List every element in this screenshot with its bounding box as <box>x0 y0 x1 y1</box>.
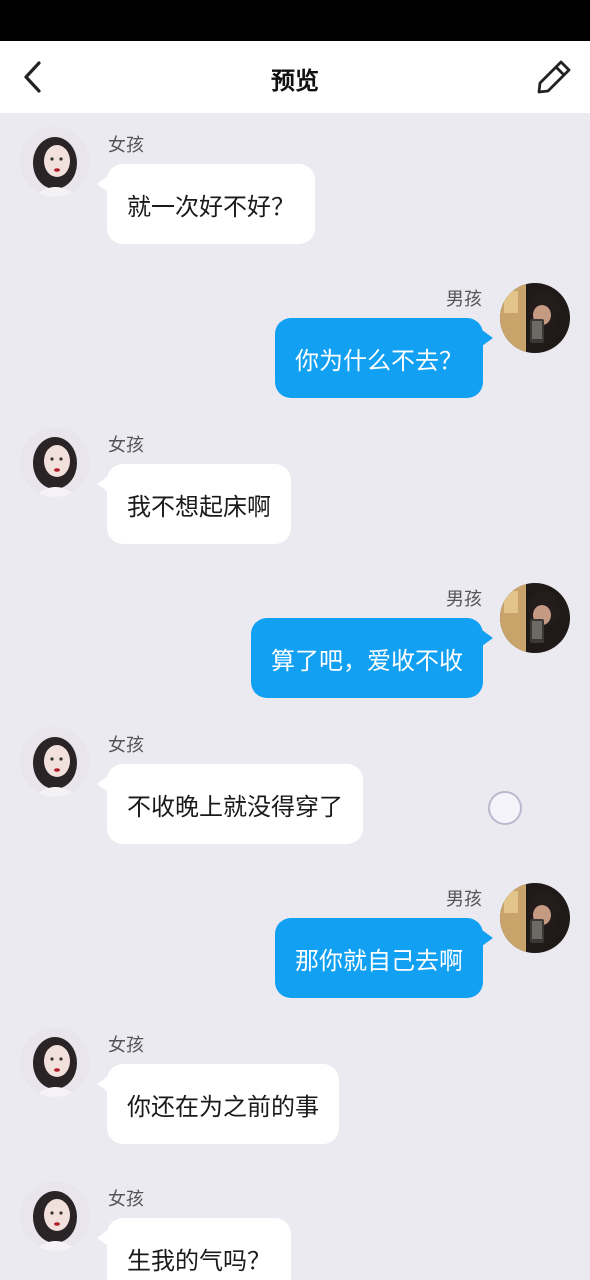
message-bubble[interactable]: 你为什么不去？ <box>275 318 493 398</box>
message-bubble[interactable]: 生我的气吗？ <box>97 1218 291 1280</box>
message-bubble[interactable]: 算了吧，爱收不收 <box>251 618 493 698</box>
avatar[interactable] <box>500 583 570 653</box>
sender-name: 男孩 <box>446 889 482 910</box>
message-bubble[interactable]: 不收晚上就没得穿了 <box>97 764 363 844</box>
message-text: 就一次好不好？ <box>127 192 295 221</box>
message-bubble[interactable]: 那你就自己去啊 <box>275 918 493 998</box>
avatar[interactable] <box>20 1181 90 1251</box>
floating-circle-button[interactable] <box>488 791 522 825</box>
avatar[interactable] <box>500 883 570 953</box>
avatar[interactable] <box>500 283 570 353</box>
message-text: 生我的气吗？ <box>127 1246 271 1275</box>
avatar[interactable] <box>20 1027 90 1097</box>
bubble-tail <box>482 330 493 346</box>
message-bubble[interactable]: 你还在为之前的事 <box>97 1064 339 1144</box>
message-bubble[interactable]: 我不想起床啊 <box>97 464 291 544</box>
bubble-tail <box>482 630 493 646</box>
message-text: 不收晚上就没得穿了 <box>127 792 343 821</box>
page-title: 预览 <box>271 67 319 95</box>
message-text: 算了吧，爱收不收 <box>271 646 463 675</box>
avatar[interactable] <box>20 127 90 197</box>
pencil-icon <box>537 60 571 94</box>
bubble-tail <box>97 176 108 192</box>
sender-name: 女孩 <box>108 1189 144 1210</box>
bubble-tail <box>97 776 108 792</box>
sender-name: 女孩 <box>108 135 144 156</box>
edit-button[interactable] <box>534 57 574 97</box>
message-text: 你为什么不去？ <box>295 346 463 375</box>
status-bar <box>0 0 590 41</box>
chat-list[interactable]: 女孩 就一次好不好？ 男孩 你为什么不去？ 女孩 我不想起床啊 男孩 算了吧，爱… <box>0 113 590 1280</box>
sender-name: 女孩 <box>108 1035 144 1056</box>
sender-name: 女孩 <box>108 435 144 456</box>
message-text: 你还在为之前的事 <box>127 1092 319 1121</box>
bubble-tail <box>97 476 108 492</box>
sender-name: 男孩 <box>446 289 482 310</box>
avatar[interactable] <box>20 727 90 797</box>
bubble-tail <box>97 1230 108 1246</box>
message-bubble[interactable]: 就一次好不好？ <box>97 164 315 244</box>
sender-name: 男孩 <box>446 589 482 610</box>
bubble-tail <box>97 1076 108 1092</box>
header-bar: 预览 <box>0 41 590 113</box>
avatar[interactable] <box>20 427 90 497</box>
message-text: 那你就自己去啊 <box>295 946 463 975</box>
message-text: 我不想起床啊 <box>127 492 271 521</box>
sender-name: 女孩 <box>108 735 144 756</box>
bubble-tail <box>482 930 493 946</box>
